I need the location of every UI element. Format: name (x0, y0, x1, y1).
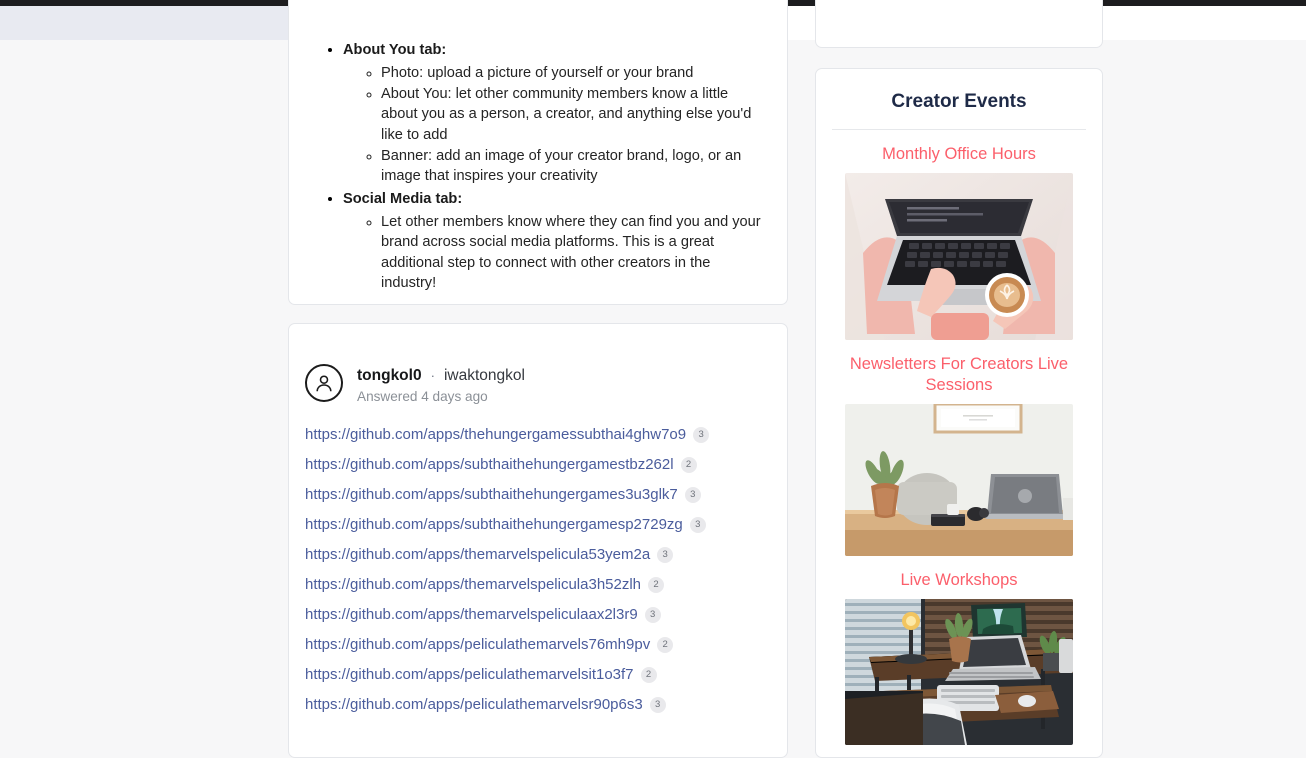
author-name[interactable]: tongkol0 (357, 367, 422, 385)
answer-card: tongkol0 · iwaktongkol Answered 4 days a… (288, 323, 788, 758)
event-title[interactable]: Live Workshops (816, 570, 1102, 599)
answer-link[interactable]: https://github.com/apps/thehungergamessu… (305, 426, 686, 443)
list-item: https://github.com/apps/peliculathemarve… (305, 696, 787, 713)
link-badge: 3 (649, 696, 666, 713)
author-handle[interactable]: iwaktongkol (444, 367, 525, 385)
list-item: https://github.com/apps/themarvelspelicu… (305, 576, 787, 593)
home-office-desk-by-window-photo[interactable] (845, 599, 1073, 745)
answer-link[interactable]: https://github.com/apps/subthaithehunger… (305, 486, 678, 503)
sidebar-partial-card (815, 0, 1103, 48)
creator-events-card: Creator Events Monthly Office Hours News… (815, 68, 1103, 758)
list-item: https://github.com/apps/themarvelspelicu… (305, 546, 787, 563)
link-badge: 3 (689, 516, 706, 533)
link-badge: 3 (693, 426, 710, 443)
author-separator: · (430, 368, 435, 383)
answer-link[interactable]: https://github.com/apps/subthaithehunger… (305, 516, 683, 533)
instructions-list: About You tab: Photo: upload a picture o… (343, 39, 765, 293)
page-background-right (1090, 40, 1306, 758)
section-sublist: Photo: upload a picture of yourself or y… (381, 63, 765, 186)
event-item: Newsletters For Creators Live Sessions (816, 340, 1102, 556)
link-badge: 2 (680, 456, 697, 473)
link-badge: 3 (684, 486, 701, 503)
instruction-section: Social Media tab: Let other members know… (343, 188, 765, 293)
user-avatar-icon[interactable] (305, 364, 343, 402)
answer-link[interactable]: https://github.com/apps/peliculathemarve… (305, 636, 650, 653)
author-line: tongkol0 · iwaktongkol (357, 364, 525, 385)
answer-link-list: https://github.com/apps/thehungergamessu… (289, 404, 787, 713)
page-root: Home Login Sign Up About You tab: (0, 0, 1306, 758)
answer-link[interactable]: https://github.com/apps/themarvelspelicu… (305, 606, 638, 623)
answer-link[interactable]: https://github.com/apps/themarvelspelicu… (305, 546, 650, 563)
list-item: https://github.com/apps/subthaithehunger… (305, 516, 787, 533)
link-badge: 3 (644, 606, 661, 623)
list-item: https://github.com/apps/peliculathemarve… (305, 666, 787, 683)
list-item: https://github.com/apps/peliculathemarve… (305, 636, 787, 653)
section-heading: Social Media tab: (343, 191, 463, 208)
section-sublist: Let other members know where they can fi… (381, 212, 765, 293)
link-badge: 2 (657, 636, 674, 653)
link-badge: 2 (648, 576, 665, 593)
link-badge: 3 (657, 546, 674, 563)
list-item: https://github.com/apps/subthaithehunger… (305, 456, 787, 473)
list-item: https://github.com/apps/thehungergamessu… (305, 426, 787, 443)
profile-instructions-card: About You tab: Photo: upload a picture o… (288, 0, 788, 305)
answer-link[interactable]: https://github.com/apps/peliculathemarve… (305, 696, 643, 713)
event-item: Monthly Office Hours (816, 130, 1102, 340)
answer-link[interactable]: https://github.com/apps/subthaithehunger… (305, 456, 674, 473)
person-with-laptop-and-latte-photo[interactable] (845, 173, 1073, 340)
event-title[interactable]: Newsletters For Creators Live Sessions (816, 354, 1102, 404)
creator-events-title: Creator Events (891, 91, 1027, 112)
desk-with-laptop-and-plant-photo[interactable] (845, 404, 1073, 556)
answer-link[interactable]: https://github.com/apps/peliculathemarve… (305, 666, 634, 683)
answer-link[interactable]: https://github.com/apps/themarvelspelicu… (305, 576, 641, 593)
link-badge: 2 (640, 666, 657, 683)
event-item: Live Workshops (816, 556, 1102, 745)
list-item: https://github.com/apps/themarvelspelicu… (305, 606, 787, 623)
answered-timestamp: Answered 4 days ago (357, 389, 488, 404)
sub-item: Banner: add an image of your creator bra… (381, 146, 765, 186)
event-title[interactable]: Monthly Office Hours (816, 144, 1102, 173)
author-info: tongkol0 · iwaktongkol Answered 4 days a… (357, 364, 525, 404)
sub-item: Let other members know where they can fi… (381, 212, 765, 293)
section-heading: About You tab: (343, 42, 447, 58)
sub-item: About You: let other community members k… (381, 84, 765, 145)
sub-item: Photo: upload a picture of yourself or y… (381, 63, 765, 83)
list-item: https://github.com/apps/subthaithehunger… (305, 486, 787, 503)
instructions-body: About You tab: Photo: upload a picture o… (289, 0, 787, 304)
instruction-section: About You tab: Photo: upload a picture o… (343, 39, 765, 186)
answer-author-header: tongkol0 · iwaktongkol Answered 4 days a… (289, 324, 787, 404)
